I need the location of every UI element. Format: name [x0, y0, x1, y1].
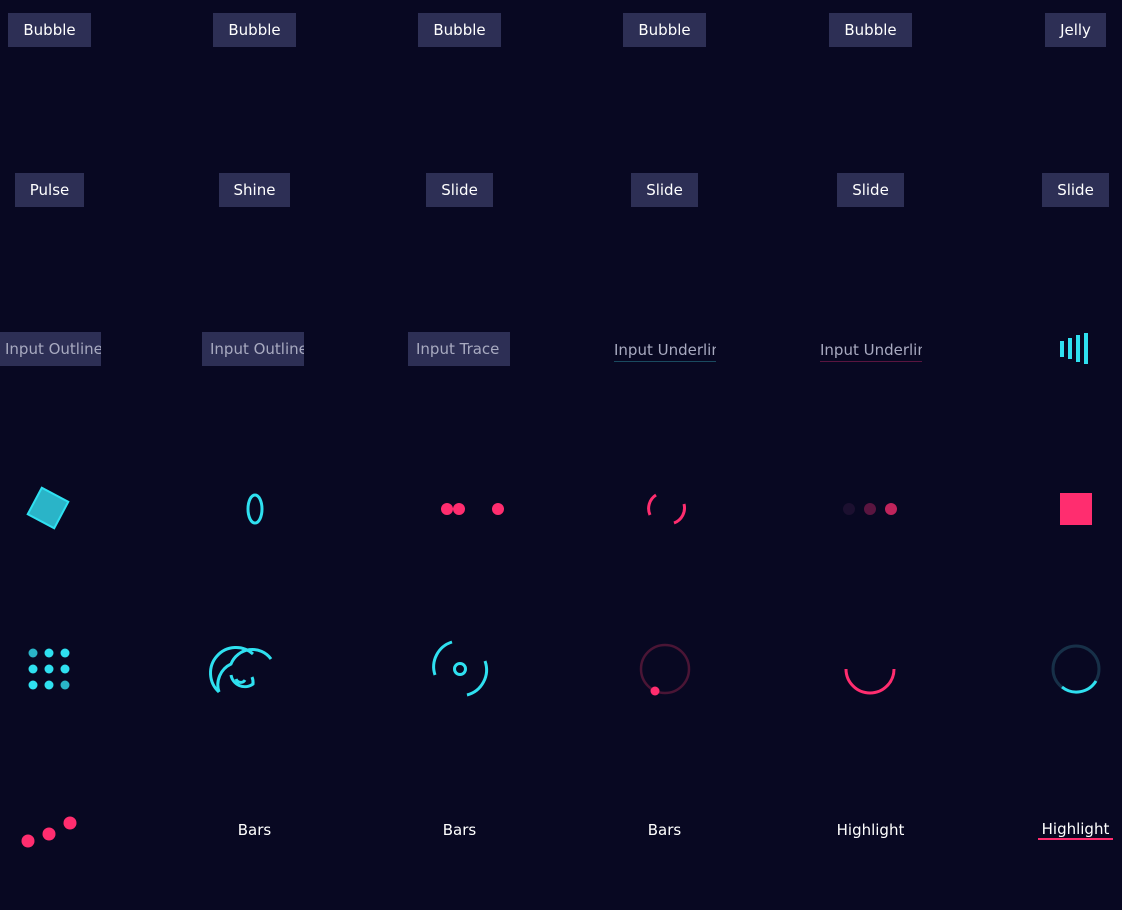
jelly-button[interactable]: Jelly — [1045, 13, 1106, 47]
slide-button[interactable]: Slide — [631, 173, 698, 207]
rotating-square-icon — [26, 486, 70, 530]
cell: Slide — [768, 110, 973, 270]
loaders-row-5 — [28, 640, 1101, 697]
input-outline-field[interactable]: Input Outline — [0, 332, 101, 366]
arc-spinner-icon — [647, 493, 686, 525]
slide-button[interactable]: Slide — [426, 173, 493, 207]
cell: Slide — [973, 110, 1122, 270]
fading-dots-icon — [843, 503, 897, 515]
bubble-button[interactable]: Bubble — [418, 13, 501, 47]
shine-button[interactable]: Shine — [218, 173, 291, 207]
cell: Bars — [562, 750, 767, 910]
loaders-row-4 — [26, 486, 1092, 530]
bubble-button[interactable]: Bubble — [8, 13, 91, 47]
dot-grid-icon — [28, 648, 70, 690]
input-underline-field[interactable]: Input Underline — [614, 341, 716, 362]
input-trace-field[interactable]: Input Trace — [408, 332, 510, 366]
bars-loader-icon — [1060, 333, 1088, 364]
input-outline-field[interactable]: Input Outline — [202, 332, 304, 366]
cell: Bubble — [562, 0, 767, 110]
bouncing-dots-icon — [21, 816, 77, 848]
cell: Shine — [152, 110, 357, 270]
orbit-spinner-icon — [432, 640, 489, 697]
bars-label[interactable]: Bars — [648, 821, 681, 839]
circle-dot-spinner-icon — [639, 643, 691, 696]
cell: Bubble — [768, 0, 973, 110]
cell: Bars — [357, 750, 562, 910]
ring-spinner-icon — [246, 493, 264, 525]
cell: Slide — [562, 110, 767, 270]
bubble-button[interactable]: Bubble — [213, 13, 296, 47]
cell: Pulse — [0, 110, 152, 270]
cell: Bubble — [357, 0, 562, 110]
cell: Jelly — [973, 0, 1122, 110]
bubble-button[interactable]: Bubble — [829, 13, 912, 47]
half-circle-spinner-icon — [844, 668, 896, 695]
input-underline-field[interactable]: Input Underline — [820, 341, 922, 362]
highlight-link[interactable]: Highlight — [837, 821, 905, 839]
bubble-button[interactable]: Bubble — [623, 13, 706, 47]
cell: Bubble — [152, 0, 357, 110]
bars-label[interactable]: Bars — [443, 821, 476, 839]
square-loader-icon — [1060, 493, 1092, 525]
bars-label[interactable]: Bars — [238, 821, 271, 839]
cell: Slide — [357, 110, 562, 270]
dots-loader-icon — [441, 503, 504, 515]
cell: Bars — [152, 750, 357, 910]
cell: Highlight — [973, 750, 1122, 910]
slide-button[interactable]: Slide — [1042, 173, 1109, 207]
pulse-button[interactable]: Pulse — [14, 173, 85, 207]
cell: Highlight — [768, 750, 973, 910]
cell: Bubble — [0, 0, 152, 110]
nested-arcs-icon — [209, 646, 273, 694]
ring-progress-icon — [1051, 644, 1101, 694]
highlight-link-underlined[interactable]: Highlight — [1037, 820, 1114, 840]
slide-button[interactable]: Slide — [837, 173, 904, 207]
